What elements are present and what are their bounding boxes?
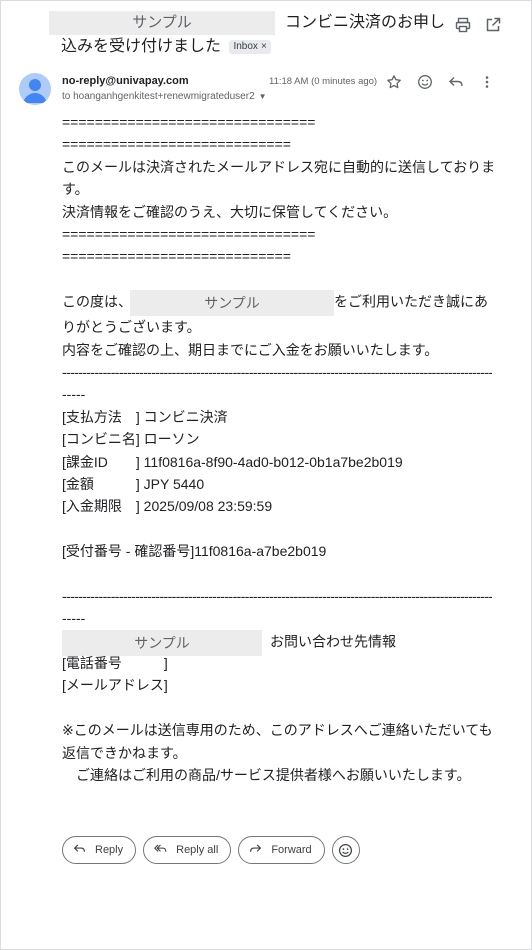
amount-row: [金額 ] JPY 5440 — [62, 475, 205, 492]
billing-id-row: [課金ID ] 11f0816a-8f90-4ad0-b012-0b1a7be2… — [62, 453, 403, 470]
reply-all-label: Reply all — [176, 844, 219, 856]
email-timestamp: 11:18 AM (0 minutes ago) — [269, 76, 378, 87]
separator-line: =============================== — [62, 114, 316, 130]
sender-email[interactable]: no-reply@univapay.com — [62, 75, 189, 87]
intro-text: このメールは決済されたメールアドレス宛に自動的に送信しております。 — [62, 158, 496, 198]
emoji-icon — [339, 843, 353, 857]
email-subject: サンプル コンビニ決済のお申し込みを受け付けました Inbox × — [49, 11, 456, 59]
store-name-row: [コンビニ名] ローソン — [62, 431, 200, 448]
forward-icon — [249, 842, 263, 858]
forward-label: Forward — [271, 844, 312, 856]
dash-separator-tail: ----- — [62, 610, 86, 627]
confirm-notice-text: 内容をご確認の上、期日までにご入金をお願いいたします。 — [62, 341, 439, 358]
reply-all-icon — [154, 842, 168, 858]
dash-separator: ----------------------------------------… — [62, 363, 492, 380]
phone-row: [電話番号 ] — [62, 655, 168, 672]
keep-notice-text: 決済情報をご確認のうえ、大切に保管してください。 — [62, 203, 398, 220]
email-address-row: [メールアドレス] — [62, 677, 168, 694]
email-view: サンプル コンビニ決済のお申し込みを受け付けました Inbox × no-reply… — [0, 0, 532, 950]
disclaimer-text: ※このメールは送信専用のため、このアドレスへご連絡いただいても返信できかねます。 — [62, 722, 493, 761]
inbox-label-text: Inbox — [233, 41, 258, 52]
star-icon[interactable] — [386, 74, 402, 90]
redacted-merchant-name: サンプル — [130, 290, 334, 317]
separator-line: ============================ — [62, 136, 291, 153]
inbox-label-chip[interactable]: Inbox × — [229, 40, 271, 54]
reply-icon — [73, 842, 87, 858]
disclaimer-contact-text: ご連絡はご利用の商品/サービス提供者様へお願いいたします。 — [62, 767, 471, 784]
thanks-prefix: この度は、 — [62, 293, 132, 310]
separator-line: ============================ — [62, 248, 291, 265]
contact-title: お問い合わせ先情報 — [270, 633, 396, 650]
thanks-text: この度は、 サンプル をご利用いただき誠にありがとうございます。 — [62, 290, 496, 338]
subject-actions — [455, 17, 501, 33]
avatar-person-icon[interactable] — [19, 73, 51, 105]
message-actions — [386, 74, 495, 90]
dash-separator-tail: ----- — [62, 386, 86, 403]
emoji-reaction-button[interactable] — [331, 836, 360, 864]
deadline-row: [入金期限 ] 2025/09/08 23:59:59 — [62, 498, 273, 515]
redacted-subject-prefix: サンプル — [49, 11, 275, 35]
reply-button[interactable]: Reply — [62, 836, 137, 864]
separator-line: =============================== — [62, 226, 316, 242]
receipt-number-row: [受付番号 - 確認番号]11f0816a-a7be2b019 — [62, 543, 327, 560]
email-body: =============================== ========… — [62, 111, 496, 786]
forward-button[interactable]: Forward — [238, 836, 325, 864]
reply-bar: Reply Reply all Forward — [62, 836, 360, 864]
dash-separator: ----------------------------------------… — [62, 587, 492, 604]
emoji-icon[interactable] — [417, 74, 433, 90]
payment-method-row: [支払方法 ] コンビニ決済 — [62, 408, 228, 425]
recipient-line[interactable]: to hoanganhgenkitest+renewmigrateduser2 ▼ — [62, 91, 267, 102]
reply-label: Reply — [95, 844, 124, 856]
open-in-new-window-icon[interactable] — [485, 17, 501, 33]
recipient-text: to hoanganhgenkitest+renewmigrateduser2 — [62, 91, 255, 102]
remove-label-icon[interactable]: × — [261, 41, 267, 52]
reply-icon[interactable] — [448, 74, 464, 90]
reply-all-button[interactable]: Reply all — [143, 836, 232, 864]
print-icon[interactable] — [455, 17, 471, 33]
contact-heading: サンプル お問い合わせ先情報 — [62, 629, 496, 656]
chevron-down-icon[interactable]: ▼ — [259, 92, 267, 101]
more-vert-icon[interactable] — [479, 74, 495, 90]
